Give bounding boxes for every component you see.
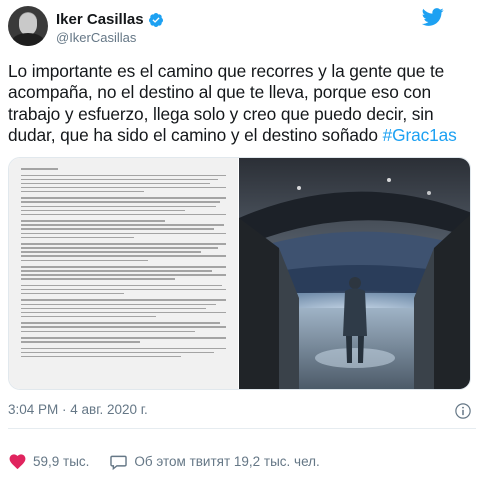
discussion-button[interactable]: Об этом твитят 19,2 тыс. чел. [109, 452, 320, 471]
like-count: 59,9 тыс. [33, 454, 90, 469]
tweet-body: Lo importante es el camino que recorres … [8, 61, 445, 146]
letter-line [21, 341, 140, 343]
letter-line [21, 182, 210, 185]
letter-line [21, 255, 226, 257]
letter-line [21, 322, 220, 324]
like-button[interactable]: 59,9 тыс. [8, 452, 89, 471]
info-icon[interactable] [454, 402, 472, 420]
letter-line [21, 292, 124, 295]
twitter-bird-icon[interactable] [422, 6, 444, 28]
letter-line [21, 351, 214, 354]
letter-line [21, 224, 224, 226]
author-name-row[interactable]: Iker Casillas [56, 11, 164, 28]
letter-text-lines [21, 168, 226, 360]
letter-line [21, 278, 175, 280]
avatar-face [19, 13, 37, 35]
letter-line [21, 311, 226, 314]
letter-line [21, 174, 226, 176]
letter-line [21, 288, 226, 291]
letter-line [21, 243, 226, 245]
divider [8, 428, 476, 429]
hashtag-link[interactable]: #Grac1as [383, 125, 457, 145]
heart-icon [9, 454, 26, 470]
letter-line [21, 205, 216, 208]
letter-line [21, 266, 226, 268]
letter-line [21, 178, 218, 181]
tweet-actions: 59,9 тыс. Об этом твитят 19,2 тыс. чел. [8, 452, 340, 471]
letter-line [21, 213, 226, 216]
tweet-meta: 3:04 PM · 4 авг. 2020 г. [8, 402, 148, 417]
avatar-shoulders [11, 33, 45, 46]
tweet-time[interactable]: 3:04 PM [8, 402, 58, 417]
letter-line [21, 315, 157, 318]
letter-line [21, 220, 165, 222]
letter-line [21, 228, 214, 230]
letter-line [21, 299, 226, 301]
letter-line [21, 330, 196, 333]
tweet-text: Lo importante es el camino que recorres … [8, 61, 476, 147]
author-handle[interactable]: @IkerCasillas [56, 30, 136, 45]
letter-line [21, 197, 226, 199]
stadium-photo[interactable] [239, 158, 471, 390]
meta-separator: · [58, 402, 71, 417]
author-name[interactable]: Iker Casillas [56, 11, 144, 28]
letter-line [21, 347, 226, 350]
letter-line [21, 355, 181, 358]
letter-line [21, 232, 226, 235]
letter-line [21, 270, 212, 272]
reply-bubble-icon [110, 455, 128, 471]
letter-line [21, 326, 226, 328]
letter-line [21, 209, 185, 212]
tweet-media[interactable] [8, 157, 471, 390]
letter-line [21, 201, 220, 203]
letter-line [21, 303, 216, 306]
tweet-header: Iker Casillas @IkerCasillas [0, 0, 484, 52]
letter-line [21, 337, 226, 339]
letter-line [21, 259, 149, 261]
discussion-count: Об этом твитят 19,2 тыс. чел. [134, 454, 320, 469]
letter-line [21, 236, 134, 239]
letter-line [21, 274, 226, 276]
letter-line [21, 190, 144, 193]
tweet-date[interactable]: 4 авг. 2020 г. [70, 402, 148, 417]
letter-line [21, 284, 222, 287]
letter-line [21, 307, 206, 310]
letter-line [21, 247, 218, 249]
avatar[interactable] [8, 6, 48, 46]
verified-badge-icon [148, 12, 163, 27]
letter-line [21, 168, 58, 170]
letter-image[interactable] [9, 158, 238, 389]
letter-line [21, 186, 226, 189]
letter-line [21, 251, 202, 253]
